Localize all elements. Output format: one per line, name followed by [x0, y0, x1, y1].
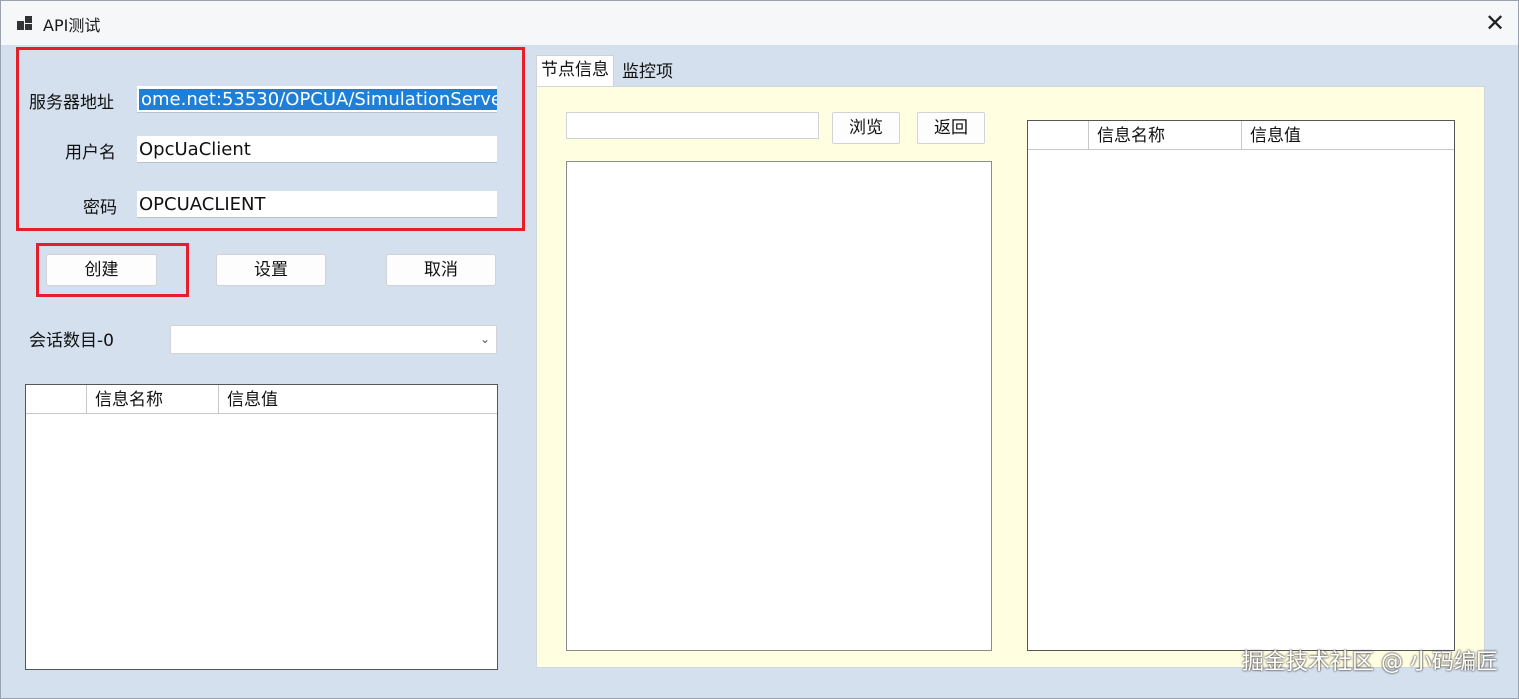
window-title: API测试 [43, 16, 101, 35]
node-info-tab-page: 浏览 返回 信息名称 信息值 [536, 86, 1485, 668]
grid-col-info-name[interactable]: 信息名称 [1088, 121, 1241, 149]
username-input[interactable]: OpcUaClient [137, 136, 497, 163]
tab-node-info[interactable]: 节点信息 [536, 55, 614, 87]
grid-col-info-name[interactable]: 信息名称 [86, 385, 218, 413]
grid-header: 信息名称 信息值 [26, 385, 497, 414]
session-count-label: 会话数目-0 [29, 331, 114, 351]
create-button[interactable]: 创建 [46, 254, 157, 286]
grid-col-info-value[interactable]: 信息值 [1241, 121, 1391, 149]
password-label: 密码 [83, 198, 117, 218]
node-info-grid[interactable]: 信息名称 信息值 [1027, 120, 1455, 651]
watermark: 掘金技术社区 @ 小码编匠 [1242, 650, 1498, 675]
title-bar: API测试 ✕ [1, 1, 1518, 45]
chevron-down-icon: ⌄ [479, 332, 490, 346]
app-icon [17, 16, 32, 30]
server-address-input[interactable]: ome.net:53530/OPCUA/SimulationServer [137, 86, 497, 113]
tab-monitored-items[interactable]: 监控项 [618, 58, 677, 86]
app-window: API测试 ✕ 服务器地址 ome.net:53530/OPCUA/Simula… [0, 0, 1519, 699]
cancel-button[interactable]: 取消 [386, 254, 496, 286]
grid-row-header-col [1028, 121, 1088, 149]
grid-row-header-col [26, 385, 86, 413]
session-dropdown[interactable]: ⌄ [170, 325, 497, 354]
settings-button[interactable]: 设置 [216, 254, 326, 286]
grid-header: 信息名称 信息值 [1028, 121, 1454, 150]
back-button[interactable]: 返回 [917, 112, 985, 144]
username-label: 用户名 [65, 143, 116, 163]
browse-input[interactable] [566, 112, 819, 139]
node-tree-panel[interactable] [566, 161, 992, 651]
password-input[interactable]: OPCUACLIENT [137, 191, 497, 218]
server-address-label: 服务器地址 [29, 93, 114, 113]
close-icon[interactable]: ✕ [1472, 1, 1518, 45]
browse-button[interactable]: 浏览 [832, 112, 900, 144]
grid-col-info-value[interactable]: 信息值 [218, 385, 368, 413]
session-info-grid[interactable]: 信息名称 信息值 [25, 384, 498, 670]
server-address-value: ome.net:53530/OPCUA/SimulationServer [139, 89, 497, 110]
